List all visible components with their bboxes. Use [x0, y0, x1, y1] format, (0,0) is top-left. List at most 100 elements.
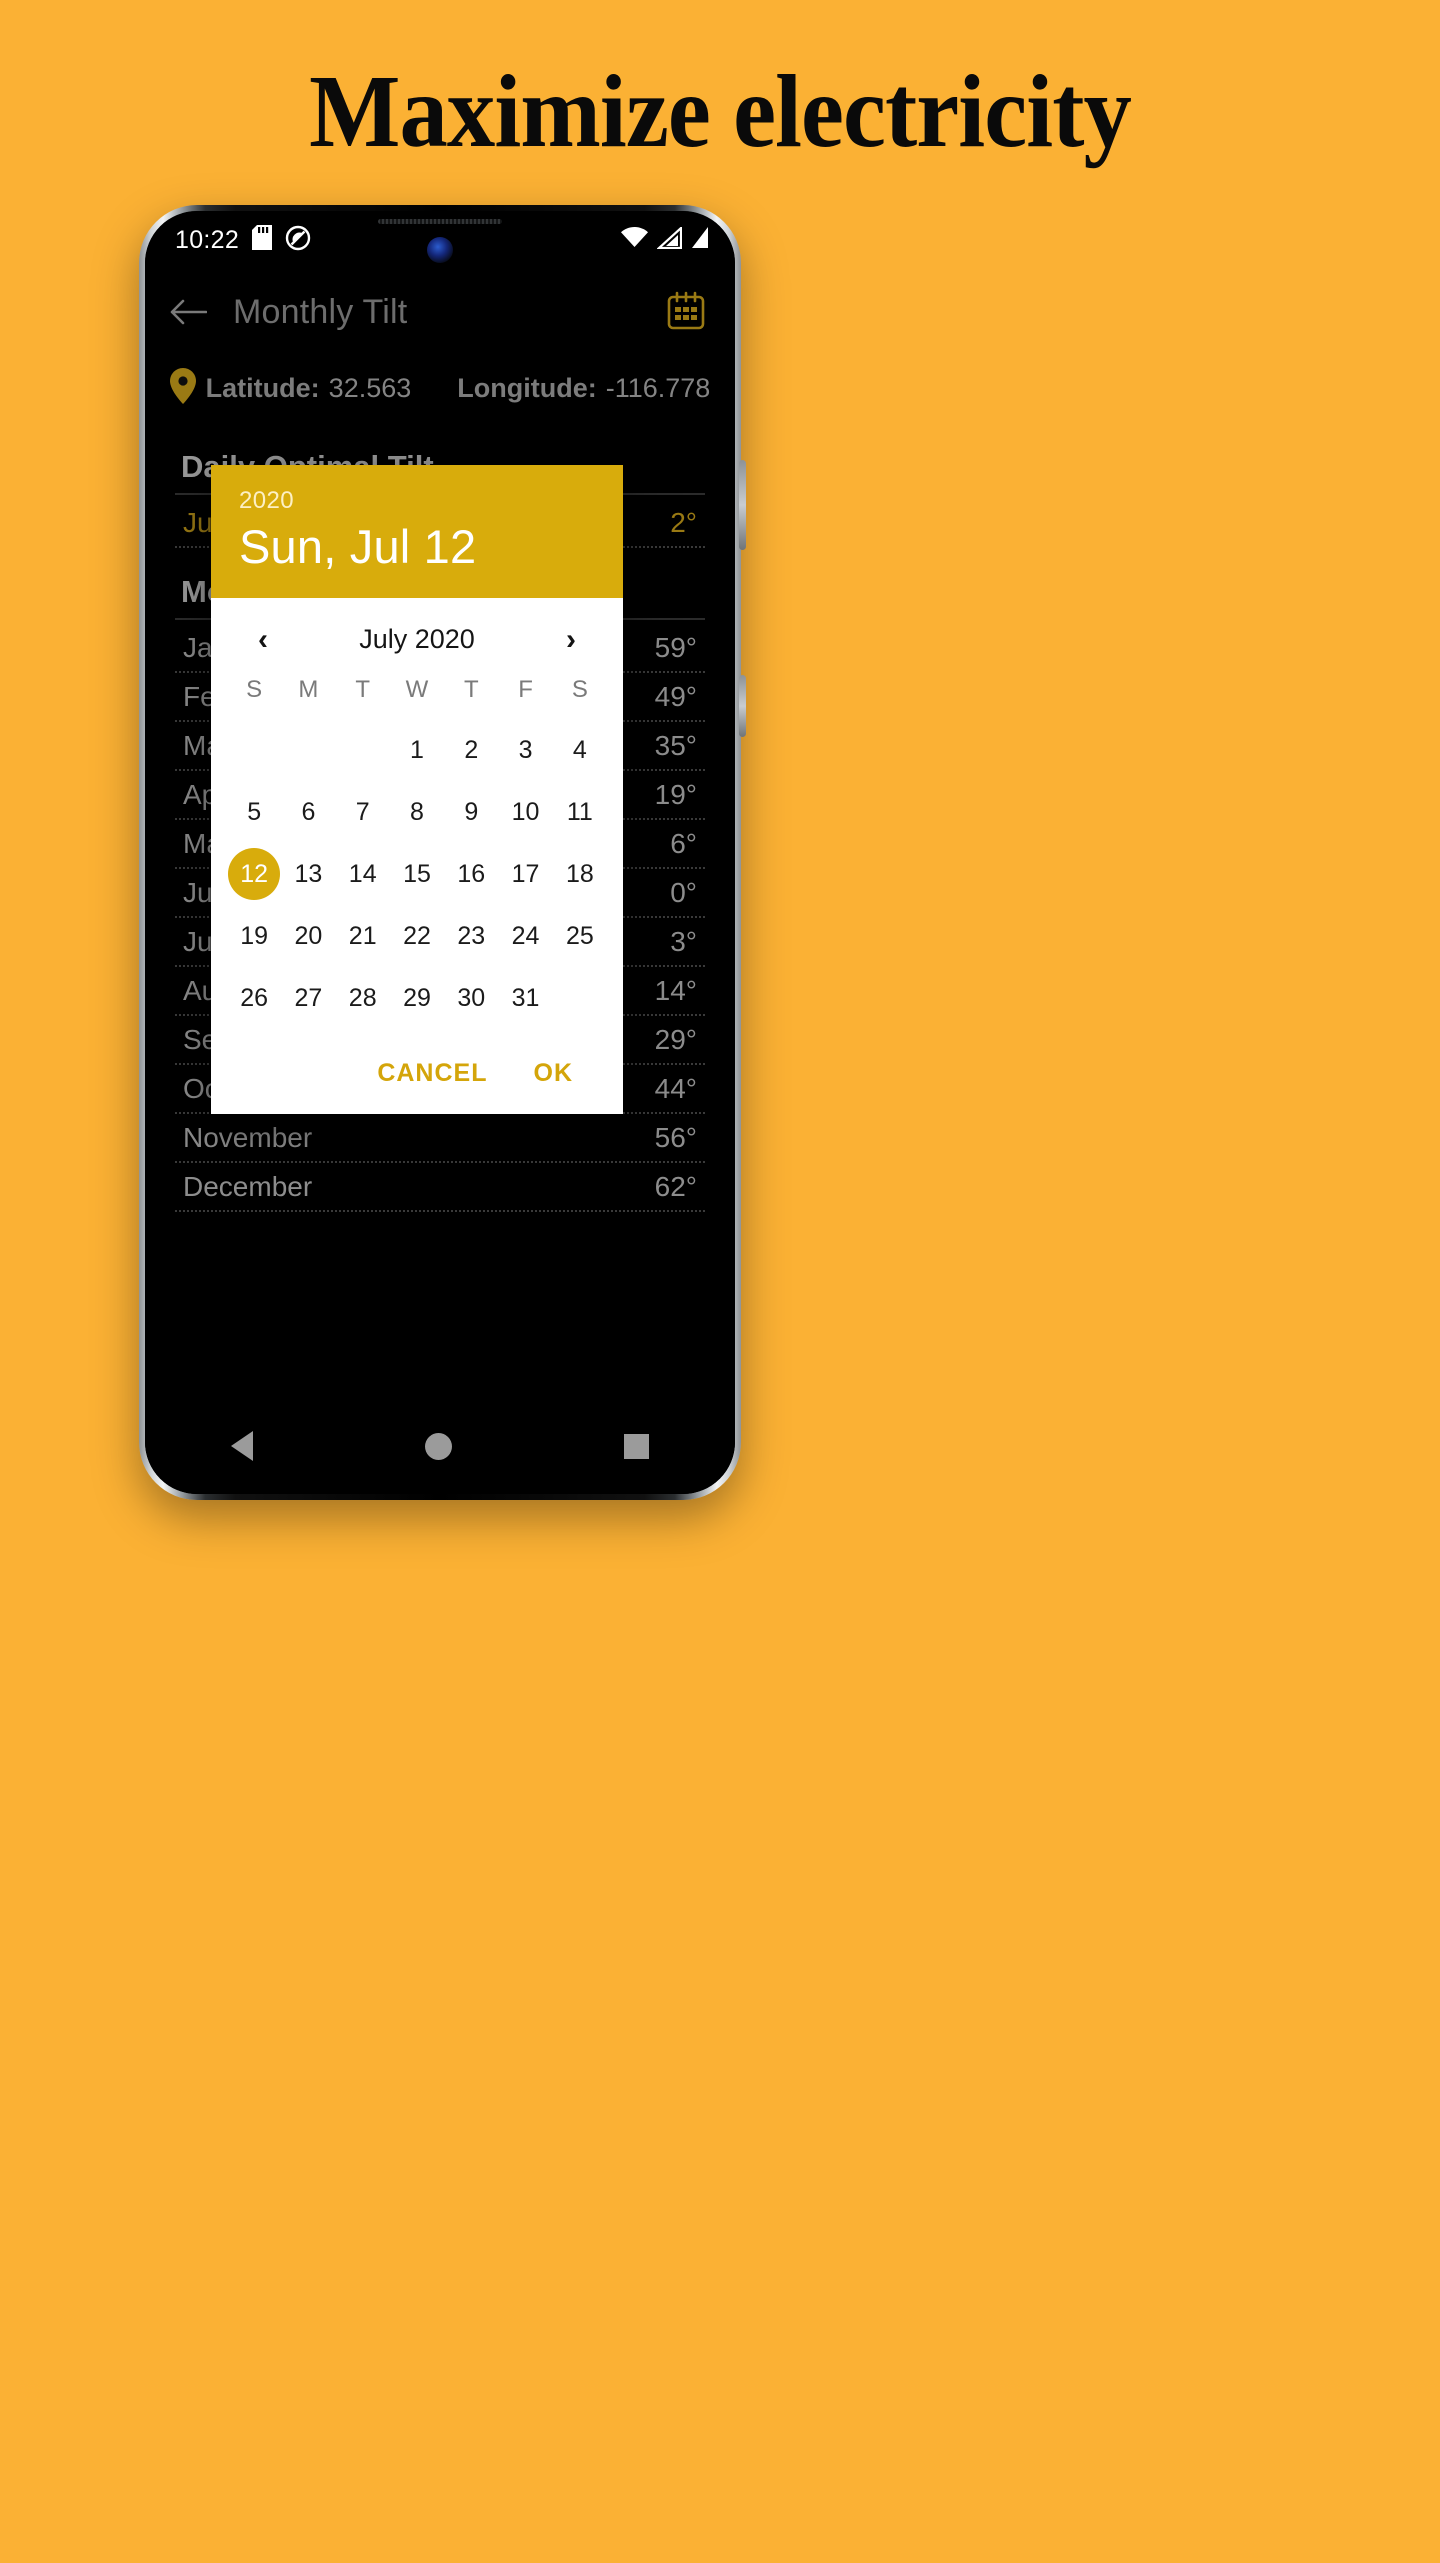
front-camera — [427, 237, 453, 263]
calendar-day-cell[interactable]: 16 — [444, 843, 498, 905]
calendar-day-cell[interactable]: 7 — [336, 781, 390, 843]
calendar-day-cell[interactable]: 20 — [281, 905, 335, 967]
date-picker-selected-date[interactable]: Sun, Jul 12 — [239, 519, 595, 574]
calendar-day-cell[interactable]: 17 — [498, 843, 552, 905]
calendar-month-label: July 2020 — [359, 624, 475, 654]
calendar-day-label: 31 — [511, 984, 540, 1012]
longitude-value: -116.778 — [605, 372, 711, 403]
nav-back-icon[interactable] — [231, 1431, 253, 1461]
calendar-day-label: 14 — [348, 860, 377, 888]
calendar-day-label: 25 — [565, 922, 594, 950]
calendar-day-label: 12 — [228, 848, 281, 900]
calendar-day-cell[interactable]: 10 — [498, 781, 552, 843]
calendar-weekday: S — [571, 676, 588, 703]
calendar-day-cell[interactable]: 31 — [498, 967, 552, 1029]
app-bar: Monthly Tilt — [145, 269, 735, 355]
calendar-day-cell[interactable]: 22 — [390, 905, 444, 967]
tilt-row-value: 6° — [670, 827, 697, 859]
calendar-day-label: 23 — [457, 922, 486, 950]
calendar-day-cell[interactable]: 1 — [390, 719, 444, 781]
latitude-label: Latitude: — [205, 372, 320, 403]
calendar-weekday: T — [355, 676, 371, 703]
status-bar-right — [621, 225, 709, 254]
calendar-day-cell[interactable]: 5 — [227, 781, 281, 843]
calendar-day-cell[interactable]: 26 — [227, 967, 281, 1029]
app-bar-title: Monthly Tilt — [233, 292, 408, 331]
sd-card-icon — [252, 225, 273, 255]
calendar-day-label: 22 — [403, 922, 431, 950]
calendar-day-cell[interactable]: 15 — [390, 843, 444, 905]
cancel-button[interactable]: CANCEL — [377, 1059, 487, 1088]
calendar-day-label: 20 — [294, 922, 323, 950]
wifi-icon — [621, 226, 648, 254]
earpiece-speaker — [378, 219, 502, 224]
status-time: 10:22 — [175, 225, 240, 254]
calendar-day-cell[interactable]: 24 — [498, 905, 552, 967]
calendar-blank-cell — [227, 719, 281, 781]
calendar-day-cell[interactable]: 13 — [281, 843, 335, 905]
calendar-day-cell[interactable]: 18 — [553, 843, 607, 905]
calendar-day-cell[interactable]: 27 — [281, 967, 335, 1029]
tilt-row-value: 14° — [654, 974, 697, 1006]
calendar-day-cell[interactable]: 3 — [498, 719, 552, 781]
calendar-day-cell[interactable]: 25 — [553, 905, 607, 967]
calendar-day-cell[interactable]: 21 — [336, 905, 390, 967]
calendar-day-label: 2 — [464, 736, 479, 764]
coordinates-row: Latitude: 32.563 Longitude: -116.778 — [145, 361, 735, 415]
date-picker-dialog: 2020 Sun, Jul 12 ‹ July 2020 › SMTWTFS12… — [211, 465, 623, 1114]
tilt-row-value: 29° — [654, 1023, 697, 1055]
calendar-day-cell[interactable]: 12 — [227, 843, 281, 905]
tilt-row: December 62° — [175, 1163, 705, 1212]
tilt-row-value: 59° — [654, 631, 697, 663]
nav-home-icon[interactable] — [425, 1432, 452, 1460]
calendar-day-label: 8 — [410, 798, 424, 826]
calendar-day-label: 29 — [403, 984, 431, 1012]
page-title: Maximize electricity — [309, 54, 1132, 169]
latitude-group: Latitude: 32.563 — [206, 373, 412, 404]
calendar-day-cell[interactable]: 23 — [444, 905, 498, 967]
arrow-left-icon[interactable] — [167, 291, 209, 333]
phone-device-frame: 10:22 Monthly Tilt Latitude: 32.563 Long… — [139, 205, 746, 1500]
calendar-day-label: 30 — [457, 984, 486, 1012]
calendar-day-label: 17 — [511, 860, 540, 888]
calendar-day-cell[interactable]: 30 — [444, 967, 498, 1029]
calendar-day-label: 15 — [403, 860, 431, 888]
chevron-right-icon[interactable]: › — [553, 624, 589, 655]
tilt-row-value: 0° — [670, 876, 697, 908]
calendar-day-cell[interactable]: 19 — [227, 905, 281, 967]
ok-button[interactable]: OK — [534, 1059, 574, 1088]
power-button[interactable] — [739, 675, 746, 737]
android-nav-bar — [145, 1398, 735, 1494]
calendar-icon[interactable] — [663, 289, 709, 335]
calendar-day-label: 18 — [565, 860, 594, 888]
calendar-day-cell[interactable]: 2 — [444, 719, 498, 781]
location-pin-icon — [169, 367, 196, 409]
calendar-day-cell[interactable]: 8 — [390, 781, 444, 843]
calendar-weekday: T — [463, 676, 479, 703]
calendar-day-cell[interactable]: 6 — [281, 781, 335, 843]
calendar-day-cell[interactable]: 11 — [553, 781, 607, 843]
date-picker-body: ‹ July 2020 › S M T W T F S 1 2 3 4 5 6 7 8 9 10 11 12 13 14… — [211, 598, 623, 1114]
battery-icon — [691, 226, 709, 254]
calendar-weekday: F — [518, 676, 533, 703]
calendar-day-cell[interactable]: 14 — [336, 843, 390, 905]
status-bar-left: 10:22 — [175, 225, 311, 256]
tilt-row-value: 56° — [654, 1121, 697, 1153]
tilt-row-value: 19° — [654, 778, 697, 810]
tilt-row-value: 49° — [654, 680, 697, 712]
volume-button[interactable] — [739, 460, 746, 550]
calendar-day-cell[interactable]: 29 — [390, 967, 444, 1029]
do-not-disturb-icon — [285, 225, 311, 256]
calendar-day-cell[interactable]: 4 — [553, 719, 607, 781]
calendar-grid: S M T W T F S 1 2 3 4 5 6 7 8 9 10 11 12 13 14 15 16 17 18 19 20 21… — [227, 661, 607, 1029]
calendar-day-cell[interactable]: 9 — [444, 781, 498, 843]
chevron-left-icon[interactable]: ‹ — [245, 624, 281, 655]
calendar-day-label: 28 — [348, 984, 377, 1012]
calendar-blank-cell — [281, 719, 335, 781]
calendar-day-label: 27 — [294, 984, 323, 1012]
nav-recents-icon[interactable] — [624, 1433, 649, 1459]
longitude-group: Longitude: -116.778 — [457, 373, 710, 404]
date-picker-year[interactable]: 2020 — [239, 487, 595, 515]
calendar-day-cell[interactable]: 28 — [336, 967, 390, 1029]
tilt-row-value: 3° — [670, 925, 697, 957]
